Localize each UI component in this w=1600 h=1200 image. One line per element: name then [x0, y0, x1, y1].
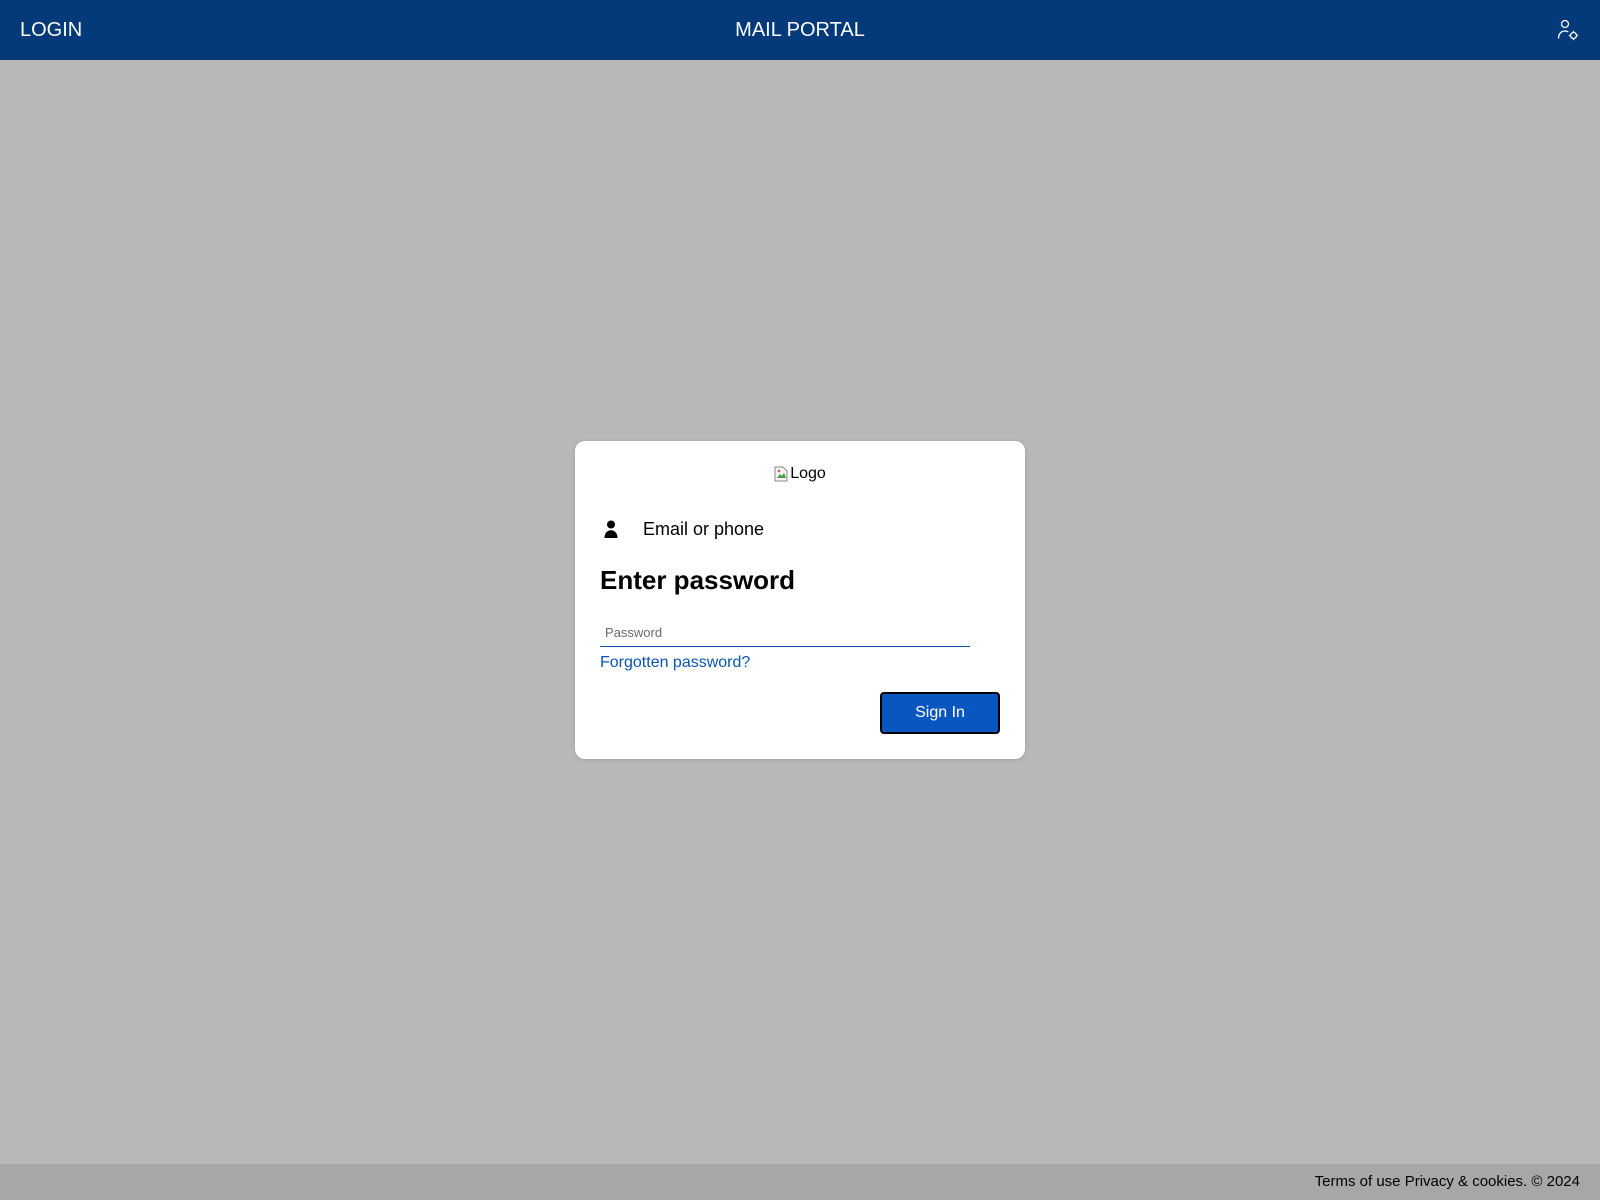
footer: Terms of use Privacy & cookies. © 2024	[0, 1164, 1600, 1200]
user-settings-icon[interactable]	[1556, 18, 1580, 42]
forgot-password-link[interactable]: Forgotten password?	[600, 654, 750, 672]
password-input[interactable]	[600, 619, 970, 647]
portal-title: MAIL PORTAL	[735, 19, 865, 41]
top-bar: LOGIN MAIL PORTAL	[0, 0, 1600, 60]
logo: Logo	[575, 465, 1025, 483]
logo-image: Logo	[774, 465, 826, 483]
sign-in-button[interactable]: Sign In	[880, 692, 1000, 734]
identity-text: Email or phone	[643, 518, 765, 539]
footer-links: Terms of use Privacy & cookies. © 2024	[1315, 1164, 1580, 1200]
page-title: Enter password	[600, 565, 796, 595]
logo-alt-text: Logo	[790, 465, 826, 482]
copyright-text: © 2024	[1531, 1173, 1580, 1190]
account-identity: Email or phone	[599, 517, 764, 541]
privacy-link[interactable]: Privacy & cookies.	[1405, 1173, 1528, 1190]
login-card: Logo Email or phone Enter password Forgo…	[575, 441, 1025, 759]
terms-link[interactable]: Terms of use	[1315, 1173, 1401, 1190]
broken-image-icon	[774, 466, 788, 482]
person-icon	[604, 520, 618, 538]
login-label: LOGIN	[20, 19, 83, 41]
